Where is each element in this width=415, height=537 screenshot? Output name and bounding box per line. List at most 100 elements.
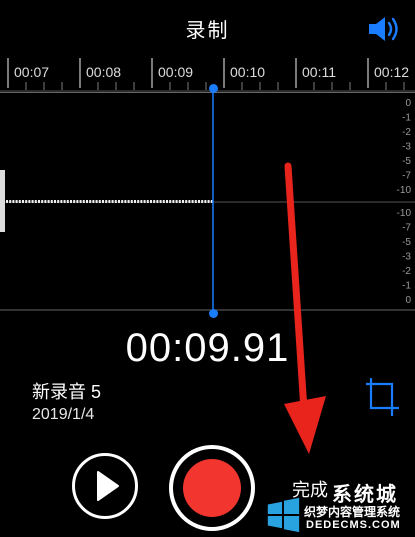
waveform-sample — [185, 200, 188, 203]
waveform-sample — [143, 200, 146, 203]
watermark-site-name: 织梦内容管理系统 — [304, 505, 401, 519]
waveform-sample — [89, 200, 92, 203]
level-scale-label: -10 — [397, 185, 412, 196]
watermark: 系统城 织梦内容管理系统 DEDECMS.COM — [262, 476, 415, 537]
ruler-tick-label: 00:12 — [374, 64, 409, 80]
watermark-logo-icon — [267, 497, 300, 533]
waveform-sample — [34, 200, 37, 203]
waveform-sample — [25, 200, 28, 203]
waveform-view[interactable]: 0-1-2-3-5-7-10-10-7-5-3-2-10 — [0, 92, 415, 312]
waveform-sample — [124, 200, 127, 203]
watermark-url: DEDECMS.COM — [306, 519, 401, 531]
waveform-sample — [201, 200, 204, 203]
waveform-sample — [169, 200, 172, 203]
waveform-sample — [95, 200, 98, 203]
waveform-sample — [162, 200, 165, 203]
waveform-sample — [76, 200, 79, 203]
waveform-sample — [50, 200, 53, 203]
arrow-annotation — [284, 162, 326, 454]
playhead-top-handle[interactable] — [209, 84, 218, 93]
crop-icon[interactable] — [364, 376, 400, 418]
waveform-sample — [166, 200, 168, 203]
level-scale-label: -5 — [402, 156, 411, 167]
waveform-sample — [12, 200, 15, 203]
level-scale-label: -2 — [402, 127, 411, 138]
waveform-sample — [54, 200, 56, 203]
level-scale-label: -10 — [397, 208, 412, 219]
level-scale-label: -2 — [402, 266, 411, 277]
level-scale-label: -5 — [402, 237, 411, 248]
waveform-sample — [70, 200, 72, 203]
level-scale-label: -1 — [402, 281, 411, 292]
level-scale-label: 0 — [405, 295, 411, 306]
waveform-sample — [47, 200, 50, 203]
waveform-sample — [153, 200, 156, 203]
waveform-sample — [178, 200, 181, 203]
ruler-tick-label: 00:11 — [302, 64, 336, 80]
waveform-sample — [207, 200, 210, 203]
screen-title: 录制 — [185, 20, 230, 42]
level-scale-label: -7 — [402, 223, 411, 234]
timeline-ruler[interactable]: 00:07 00:08 00:09 00:10 00:11 00:12 — [0, 58, 415, 92]
waveform-sample — [137, 200, 140, 203]
record-button[interactable] — [169, 445, 255, 531]
waveform-sample — [146, 200, 149, 203]
speaker-icon[interactable] — [366, 14, 402, 44]
waveform-sample — [134, 200, 136, 203]
waveform-sample — [127, 200, 130, 203]
waveform-sample — [198, 200, 200, 203]
recording-name[interactable]: 新录音 5 — [32, 378, 101, 404]
level-scale-label: 0 — [405, 98, 411, 109]
level-scale-label: -3 — [402, 252, 411, 263]
waveform-sample — [18, 200, 21, 203]
waveform-sample — [66, 200, 69, 203]
waveform-sample — [114, 200, 117, 203]
waveform-sample — [130, 200, 133, 203]
waveform-sample — [79, 200, 82, 203]
waveform-sample — [86, 200, 88, 203]
waveform-sample — [82, 200, 85, 203]
elapsed-timer: 00:09.91 — [125, 326, 290, 370]
waveform-sample — [204, 200, 207, 203]
waveform-sample — [38, 200, 40, 203]
waveform-sample — [31, 200, 34, 203]
playhead-bottom-handle[interactable] — [209, 309, 218, 318]
waveform-sample — [156, 200, 159, 203]
waveform-sample — [6, 200, 8, 203]
waveform-sample — [41, 200, 44, 203]
ruler-tick-label: 00:07 — [14, 64, 49, 80]
waveform-sample — [15, 200, 18, 203]
waveform-sample — [175, 200, 178, 203]
waveform-sample — [111, 200, 114, 203]
waveform-sample — [191, 200, 194, 203]
waveform-sample — [194, 200, 197, 203]
waveform-sample — [63, 200, 66, 203]
waveform-sample — [28, 200, 31, 203]
waveform-sample — [150, 200, 152, 203]
edge-strip — [0, 170, 5, 232]
waveform-sample — [159, 200, 162, 203]
waveform-sample — [118, 200, 120, 203]
level-scale-label: -7 — [402, 171, 411, 182]
waveform-sample — [105, 200, 108, 203]
waveform-sample — [98, 200, 101, 203]
waveform-sample — [108, 200, 111, 203]
waveform-sample — [92, 200, 95, 203]
waveform-sample — [121, 200, 124, 203]
waveform-sample — [73, 200, 76, 203]
waveform-sample — [57, 200, 60, 203]
waveform-sample — [172, 200, 175, 203]
waveform-sample — [9, 200, 12, 203]
waveform-sample — [182, 200, 184, 203]
ruler-tick-label: 00:08 — [86, 64, 121, 80]
waveform-sample — [22, 200, 24, 203]
record-icon — [183, 459, 241, 517]
level-scale-label: -1 — [402, 113, 411, 124]
ruler-tick-label: 00:10 — [230, 64, 265, 80]
waveform-sample — [60, 200, 63, 203]
ruler-tick-label: 00:09 — [158, 64, 193, 80]
waveform-sample — [102, 200, 104, 203]
play-button[interactable] — [72, 453, 138, 519]
recording-date: 2019/1/4 — [32, 406, 95, 423]
waveform-sample — [44, 200, 47, 203]
